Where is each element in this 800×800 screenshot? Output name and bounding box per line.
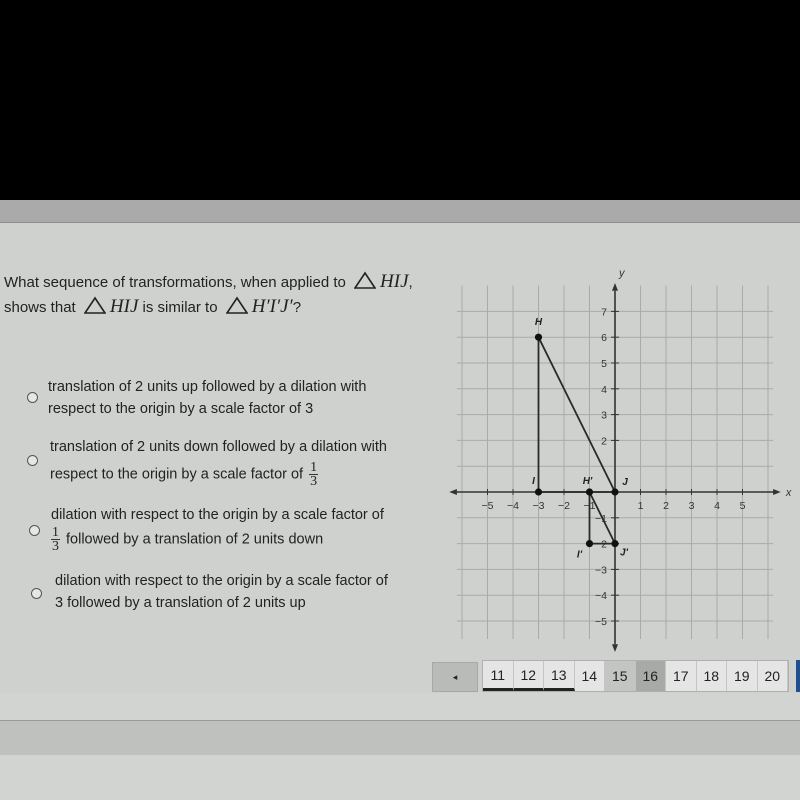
screen: What sequence of transformations, when a…	[0, 200, 800, 800]
x-tick-label: 1	[638, 500, 644, 512]
y-tick-label: 6	[601, 332, 607, 344]
point-label: J'	[620, 548, 629, 559]
x-tick-label: 4	[714, 500, 720, 512]
prev-page-button[interactable]: ◂	[432, 662, 478, 692]
footer-band	[0, 720, 800, 755]
y-tick-label: 5	[601, 358, 607, 370]
x-tick-label: 3	[689, 500, 695, 512]
page-button-11[interactable]: 11	[483, 661, 514, 691]
page-button-13[interactable]: 13	[544, 661, 575, 691]
page-button-16[interactable]: 16	[635, 661, 666, 691]
point-h-prime	[585, 488, 594, 496]
y-axis-label: y	[618, 268, 626, 280]
page-button-15[interactable]: 15	[605, 661, 636, 691]
y-tick-label: −2	[595, 539, 607, 551]
point-label: J	[622, 477, 628, 488]
page-button-14[interactable]: 14	[575, 661, 605, 691]
page-button-19[interactable]: 19	[727, 661, 758, 691]
point-j	[611, 488, 619, 496]
page-list: 11 12 13 14 15 16 17 18 19 20	[482, 660, 789, 692]
x-axis-label: x	[785, 487, 792, 499]
y-tick-label: 2	[601, 435, 607, 447]
x-axis-arrow-icon	[773, 489, 781, 495]
x-axis-arrow-icon	[449, 489, 457, 495]
page-button-20[interactable]: 20	[758, 661, 788, 691]
x-tick-label: −2	[558, 500, 570, 512]
caret-left-icon: ◂	[452, 671, 458, 682]
x-tick-label: −5	[482, 500, 494, 512]
point-h	[534, 333, 543, 341]
y-tick-label: 7	[601, 306, 607, 318]
next-page-button[interactable]	[796, 660, 800, 692]
page-button-17[interactable]: 17	[666, 661, 697, 691]
x-tick-label: 5	[740, 500, 746, 512]
coordinate-graph: xy−5 −4 −3 −2 −1 1 2 3 4 5765432−1−2−3−4−5HI JH'I'…	[449, 268, 792, 652]
page-button-18[interactable]: 18	[697, 661, 727, 691]
point-j-prime	[611, 540, 619, 548]
y-tick-label: −4	[595, 590, 607, 602]
x-tick-label: −4	[507, 500, 519, 512]
point-i-prime	[585, 540, 594, 548]
page-button-12[interactable]: 12	[513, 661, 544, 691]
point-i	[534, 488, 543, 496]
y-axis-arrow-icon	[612, 644, 618, 652]
point-label: I'	[577, 550, 583, 561]
point-label: H	[535, 317, 543, 328]
point-label: I	[532, 476, 535, 487]
point-label: H'	[583, 476, 593, 487]
y-axis-arrow-icon	[612, 283, 618, 291]
y-tick-label: 3	[601, 410, 607, 422]
x-tick-label: 2	[663, 500, 669, 512]
x-tick-label: −3	[533, 500, 545, 512]
y-tick-label: −3	[595, 564, 607, 576]
y-tick-label: −5	[595, 616, 607, 628]
y-tick-label: 4	[601, 384, 607, 396]
